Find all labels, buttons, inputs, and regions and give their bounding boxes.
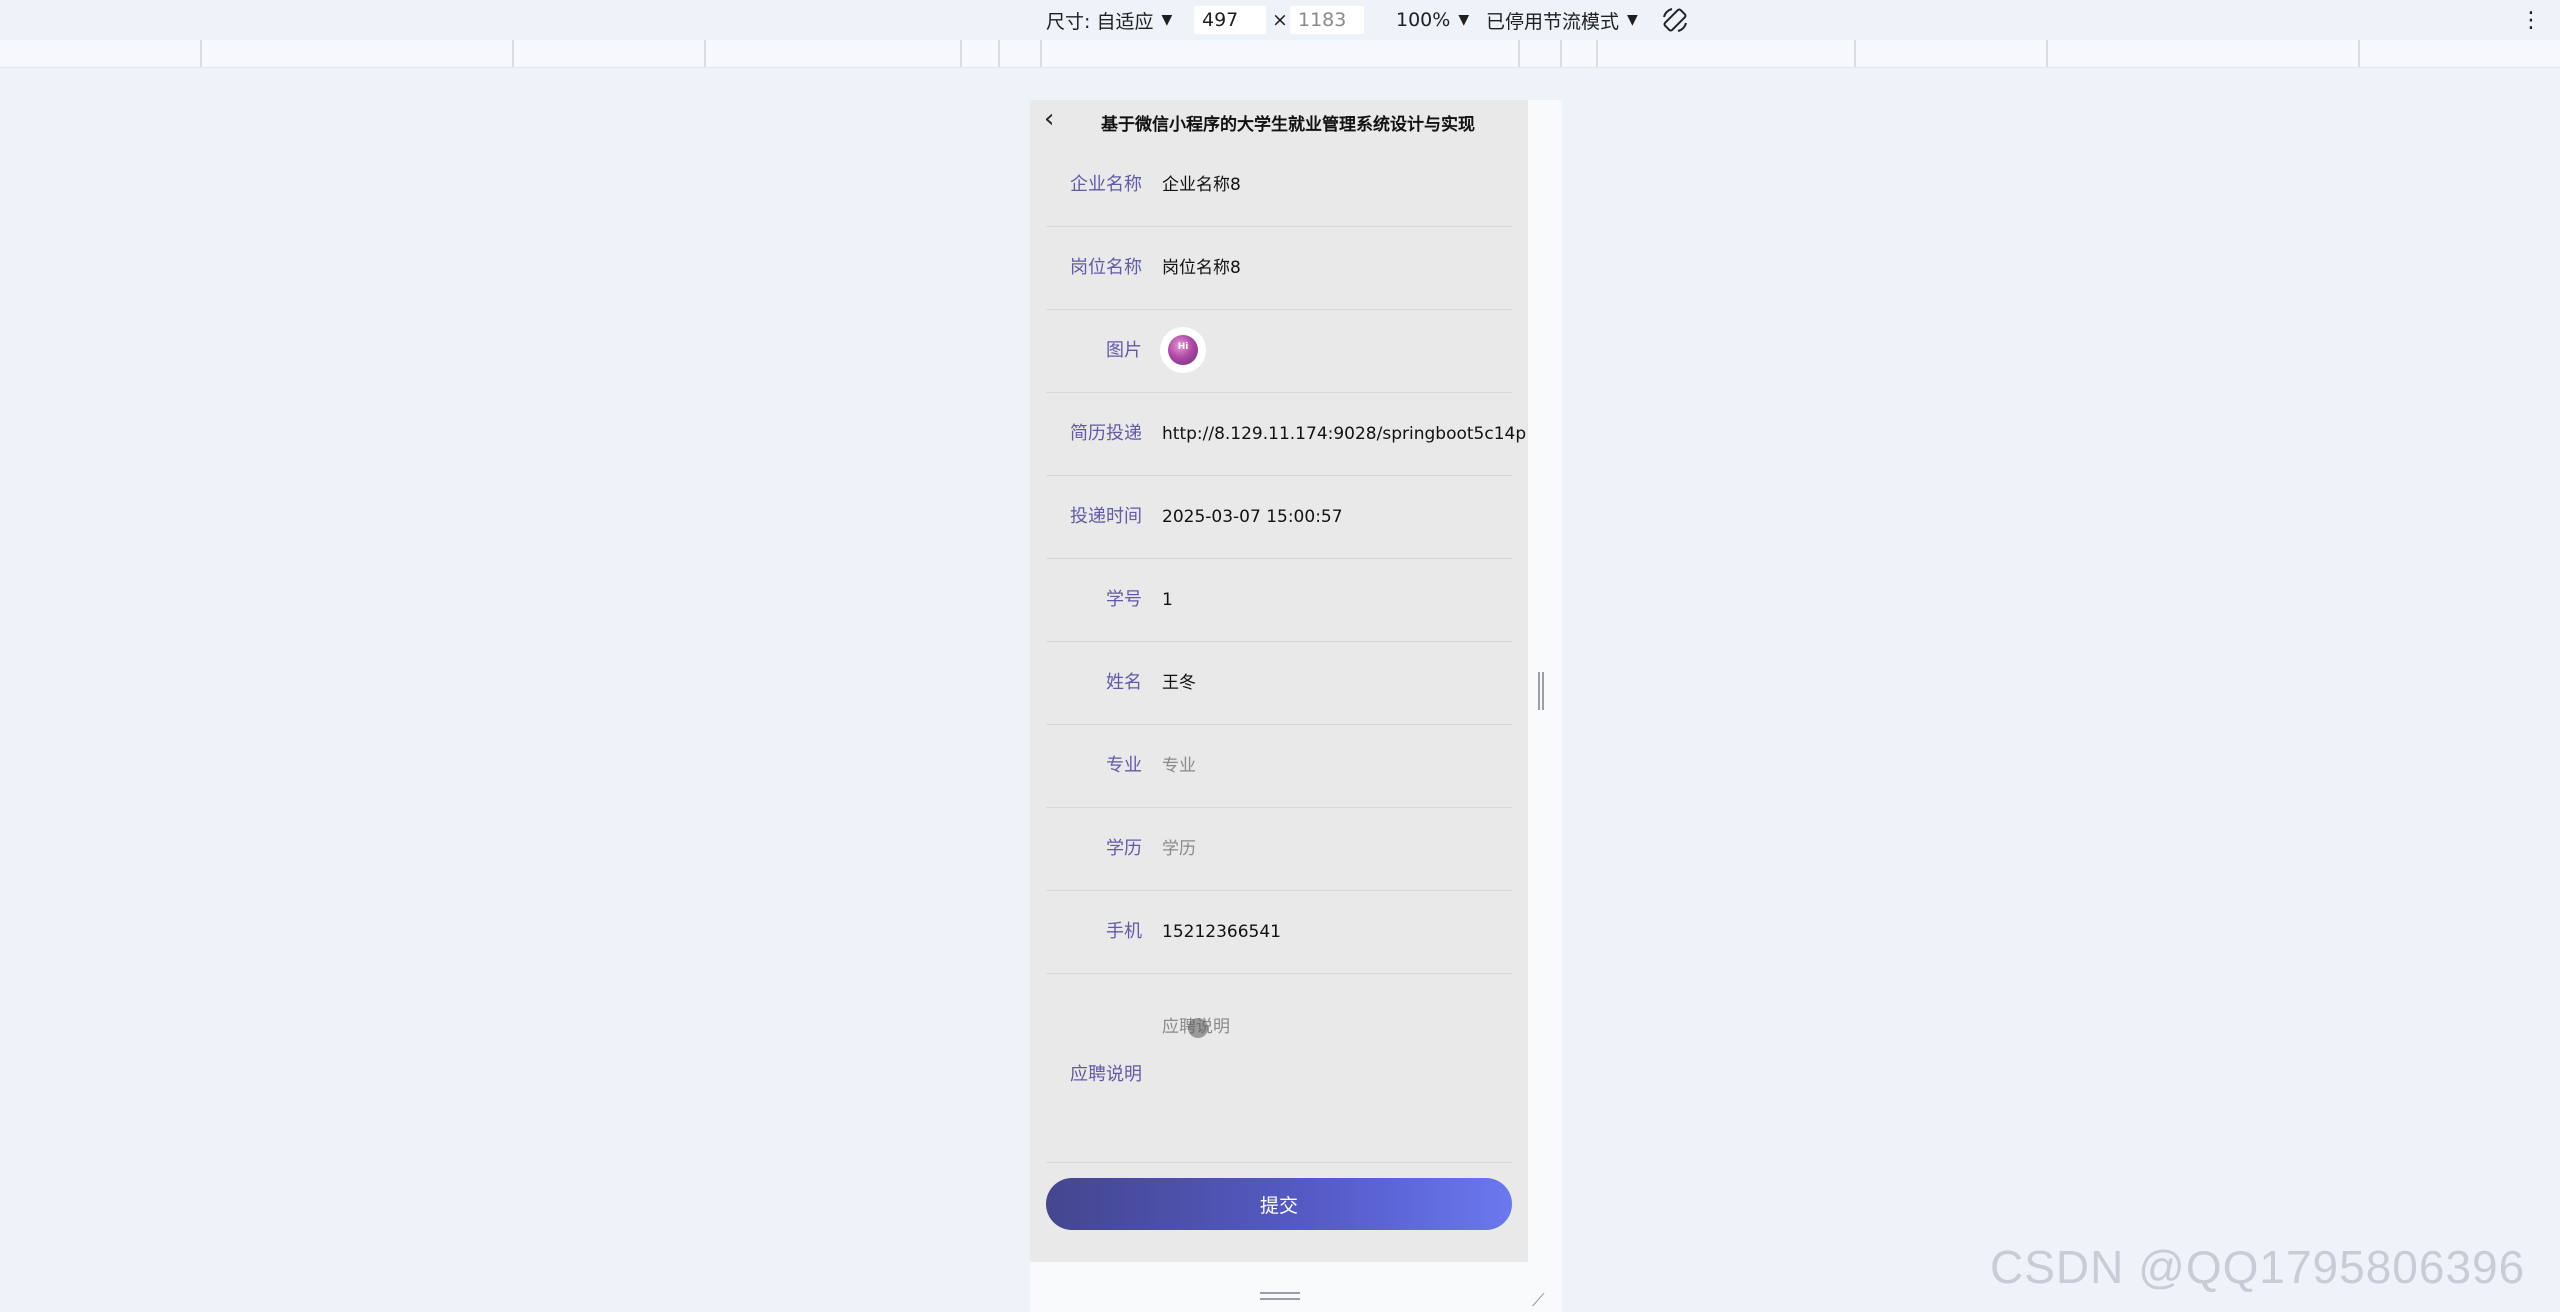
field-label: 学号 <box>1106 589 1142 610</box>
ruler-mark <box>1854 40 1856 67</box>
name-input[interactable]: 王冬 <box>1162 642 1196 724</box>
ruler-mark <box>1596 40 1598 67</box>
caret-down-icon: ▼ <box>1627 12 1638 28</box>
avatar-text: Hi <box>1177 342 1189 352</box>
field-position-name: 岗位名称 岗位名称8 <box>1046 227 1512 310</box>
position-name-input[interactable]: 岗位名称8 <box>1162 227 1241 309</box>
ruler-mark <box>1040 40 1042 67</box>
height-input[interactable]: 1183 <box>1290 6 1364 34</box>
submit-time-input[interactable]: 2025-03-07 15:00:57 <box>1162 476 1343 558</box>
field-phone: 手机 15212366541 <box>1046 891 1512 974</box>
field-label: 岗位名称 <box>1070 257 1142 278</box>
vertical-resize-handle[interactable] <box>1538 672 1544 710</box>
field-description: 应聘说明 应聘说明 <box>1046 976 1512 1163</box>
throttling-dropdown[interactable]: 已停用节流模式 ▼ <box>1486 0 1638 40</box>
image-preview: Hi <box>1168 335 1198 365</box>
field-company-name: 企业名称 企业名称8 <box>1046 144 1512 227</box>
touch-cursor <box>1188 1018 1208 1038</box>
dimensions-label: 尺寸: 自适应 <box>1046 10 1154 33</box>
field-label: 应聘说明 <box>1070 1064 1142 1085</box>
devtools-toolbar: 尺寸: 自适应 ▼ 497 × 1183 100% ▼ 已停用节流模式 ▼ ⋮ <box>0 0 2560 40</box>
rotate-icon[interactable] <box>1660 0 1690 40</box>
field-label: 投递时间 <box>1070 506 1142 527</box>
device-viewport: ‹ 基于微信小程序的大学生就业管理系统设计与实现 企业名称 企业名称8 岗位名称… <box>1030 100 1528 1312</box>
width-input[interactable]: 497 <box>1194 6 1266 34</box>
field-label: 企业名称 <box>1070 174 1142 195</box>
field-label: 专业 <box>1106 755 1142 776</box>
ruler-mark <box>1560 40 1562 67</box>
horizontal-resize-handle[interactable] <box>1260 1292 1300 1300</box>
field-label: 手机 <box>1106 921 1142 942</box>
description-textarea[interactable] <box>1162 976 1502 1146</box>
field-label: 学历 <box>1106 838 1142 859</box>
throttling-label: 已停用节流模式 <box>1486 10 1620 33</box>
page-title: 基于微信小程序的大学生就业管理系统设计与实现 <box>1101 115 1475 135</box>
device-resize-bar-bottom <box>1030 1262 1562 1312</box>
field-label: 简历投递 <box>1070 423 1142 444</box>
ruler-mark <box>512 40 514 67</box>
ruler-mark <box>998 40 1000 67</box>
device-resize-bar-right <box>1528 100 1562 1312</box>
zoom-dropdown[interactable]: 100% ▼ <box>1396 0 1469 40</box>
ruler-mark <box>1518 40 1520 67</box>
ruler-mark <box>960 40 962 67</box>
more-options-icon[interactable]: ⋮ <box>2520 0 2542 40</box>
field-resume: 简历投递 http://8.129.11.174:9028/springboot… <box>1046 393 1526 476</box>
field-label: 图片 <box>1106 340 1142 361</box>
watermark: CSDN @QQ1795806396 <box>1990 1241 2526 1293</box>
field-education: 学历 学历 <box>1046 808 1512 891</box>
field-submit-time: 投递时间 2025-03-07 15:00:57 <box>1046 476 1512 559</box>
major-input[interactable]: 专业 <box>1162 725 1196 807</box>
media-query-ruler[interactable] <box>0 40 2560 68</box>
ruler-mark <box>2358 40 2360 67</box>
field-label: 姓名 <box>1106 672 1142 693</box>
resize-corner-icon[interactable]: ⟋ <box>1532 1290 1545 1311</box>
field-image: 图片 Hi <box>1046 310 1512 393</box>
caret-down-icon: ▼ <box>1458 12 1470 28</box>
resume-link[interactable]: http://8.129.11.174:9028/springboot5c14p <box>1162 393 1526 475</box>
ruler-mark <box>704 40 706 67</box>
ruler-mark <box>200 40 202 67</box>
phone-input[interactable]: 15212366541 <box>1162 891 1281 973</box>
submit-button[interactable]: 提交 <box>1046 1178 1512 1230</box>
times-sign: × <box>1272 9 1288 31</box>
education-input[interactable]: 学历 <box>1162 808 1196 890</box>
student-id-input[interactable]: 1 <box>1162 559 1173 641</box>
zoom-label: 100% <box>1396 9 1451 31</box>
nav-bar: ‹ 基于微信小程序的大学生就业管理系统设计与实现 <box>1030 100 1528 142</box>
field-name: 姓名 王冬 <box>1046 642 1512 725</box>
field-student-id: 学号 1 <box>1046 559 1512 642</box>
field-major: 专业 专业 <box>1046 725 1512 808</box>
dimensions-dropdown[interactable]: 尺寸: 自适应 ▼ <box>1046 0 1172 40</box>
ruler-mark <box>2046 40 2048 67</box>
caret-down-icon: ▼ <box>1161 12 1173 28</box>
company-name-input[interactable]: 企业名称8 <box>1162 144 1241 226</box>
image-thumbnail[interactable]: Hi <box>1160 327 1206 373</box>
